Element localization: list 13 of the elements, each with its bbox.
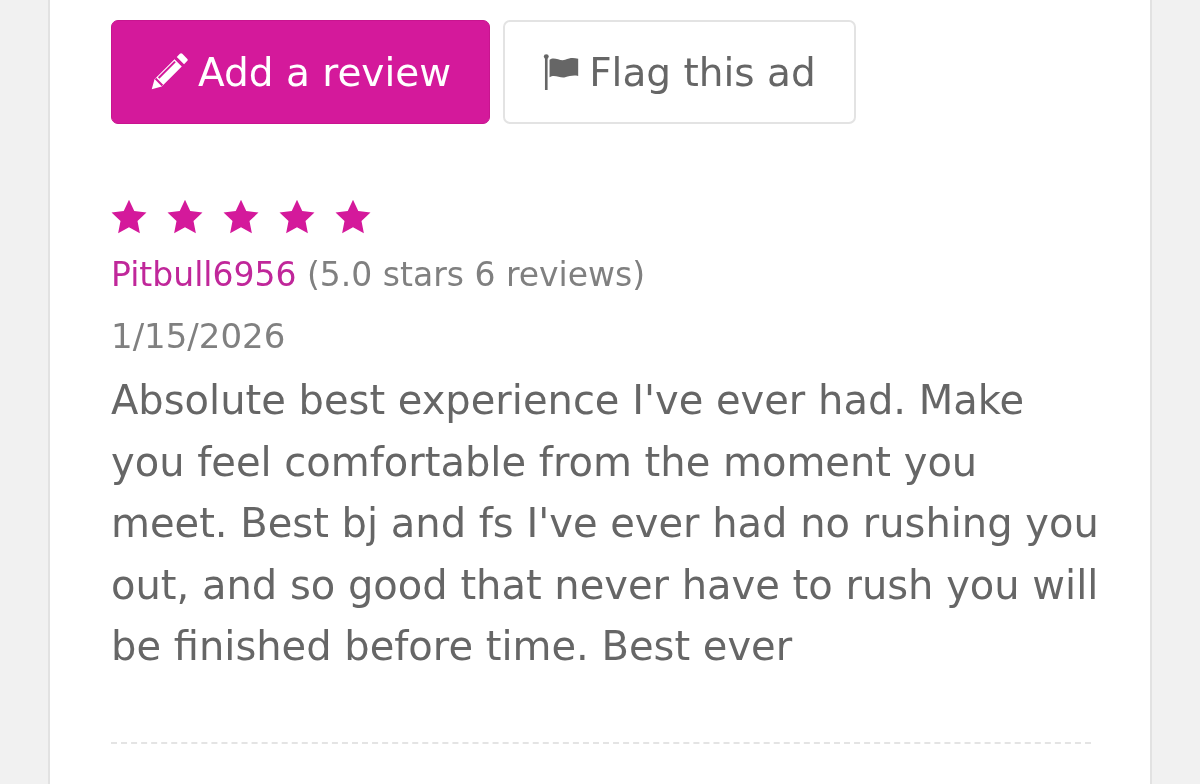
add-review-button[interactable]: Add a review <box>111 20 491 124</box>
star-icon <box>111 199 147 234</box>
reviewer-stats: (5.0 stars 6 reviews) <box>306 255 646 294</box>
review-date: 1/15/2026 <box>111 316 286 356</box>
flag-ad-button[interactable]: Flag this ad <box>503 20 856 124</box>
review-text: Absolute best experience I've ever had. Make you feel comfortable from the moment you meet. Best bj and fs I've ever had no rushing you out, and so good that never have to rush you will be finished before time. Best ever <box>111 376 1100 671</box>
flag-icon <box>543 54 580 90</box>
reviewer-name-link[interactable]: Pitbull6956 <box>111 255 297 294</box>
star-icon <box>167 199 203 234</box>
star-icon <box>223 199 259 234</box>
pencil-icon <box>150 53 188 91</box>
star-icon <box>335 199 371 234</box>
star-icon <box>279 199 315 234</box>
